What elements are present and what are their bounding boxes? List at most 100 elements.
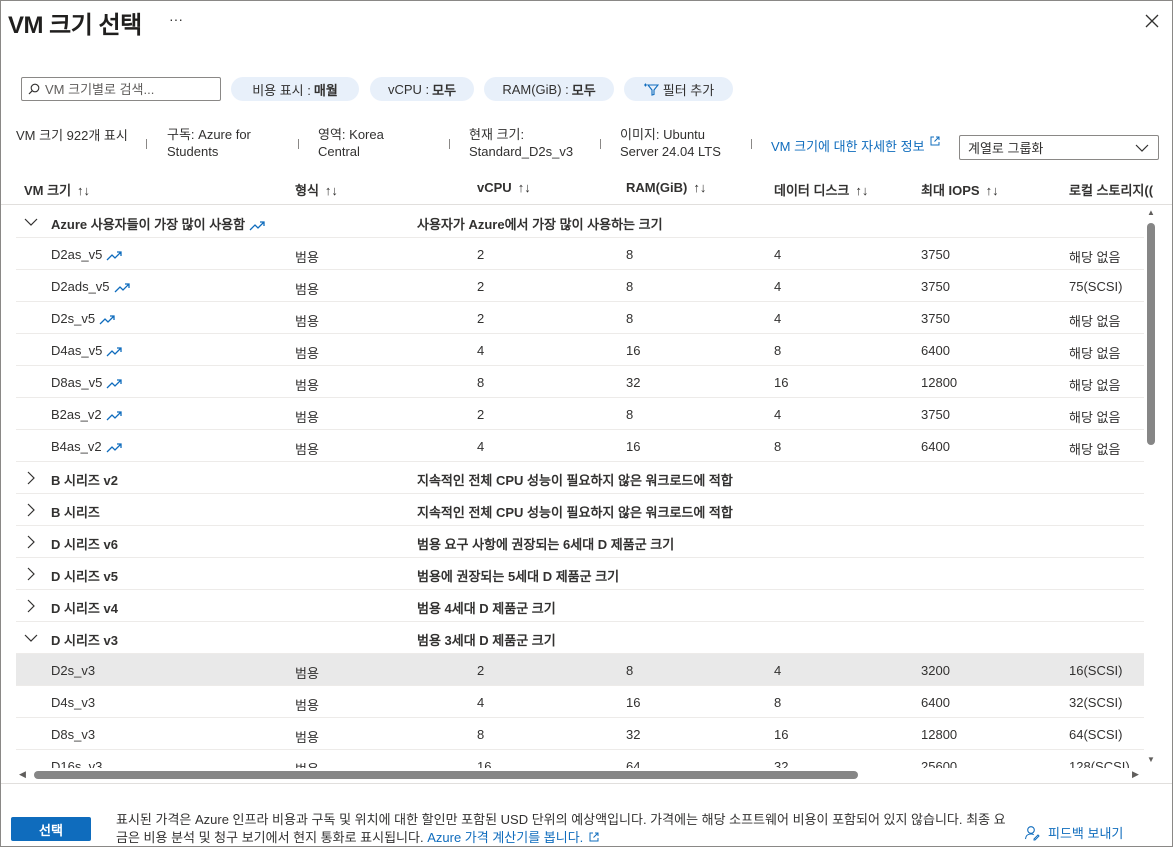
close-icon[interactable]: [1142, 11, 1162, 31]
search-icon: [28, 83, 40, 95]
size-name-cell: D8as_v5: [51, 375, 122, 390]
search-box[interactable]: [21, 77, 221, 101]
storage-cell: 해당 없음: [1069, 378, 1121, 393]
group-row[interactable]: B 시리즈 v2 지속적인 전체 CPU 성능이 필요하지 않은 워크로드에 적합: [16, 462, 1144, 494]
disks-cell: 4: [774, 311, 782, 326]
type-cell: 범용: [295, 410, 319, 425]
search-input[interactable]: [45, 81, 215, 97]
group-description: 지속적인 전체 CPU 성능이 필요하지 않은 워크로드에 적합: [417, 473, 733, 488]
current-size-text: 현재 크기: Standard_D2s_v3: [469, 127, 574, 159]
chevron-right-icon[interactable]: [24, 599, 38, 613]
ram-filter-pill[interactable]: RAM(GiB) : 모두: [484, 77, 614, 101]
storage-cell: 해당 없음: [1069, 442, 1121, 457]
ram-cell: 8: [626, 663, 634, 678]
vertical-scrollbar[interactable]: ▲ ▼: [1144, 206, 1158, 768]
iops-cell: 12800: [921, 375, 958, 390]
group-name: D 시리즈 v4: [51, 601, 118, 616]
chevron-right-icon[interactable]: [24, 535, 38, 549]
select-button[interactable]: 선택: [11, 817, 91, 841]
scroll-up-icon[interactable]: ▲: [1147, 208, 1155, 217]
table-row[interactable]: B4as_v2 범용 4 16 8 6400 해당 없음: [16, 430, 1144, 462]
group-row[interactable]: B 시리즈 지속적인 전체 CPU 성능이 필요하지 않은 워크로드에 적합: [16, 494, 1144, 526]
table-row[interactable]: D4s_v3 범용 4 16 8 6400 32(SCSI): [16, 686, 1144, 718]
column-header-label: RAM(GiB): [626, 180, 688, 195]
table-header: VM 크기 ↑↓ 형식 ↑↓ vCPU ↑↓ RAM(GiB) ↑↓ 데이터 디스크 ↑↓…: [1, 173, 1172, 205]
vcpu-cell: 2: [477, 311, 485, 326]
cost-filter-pill[interactable]: 비용 표시 : 매월: [231, 77, 359, 101]
group-row[interactable]: D 시리즈 v3 범용 3세대 D 제품군 크기: [16, 622, 1144, 654]
ram-filter-value: 모두: [571, 82, 596, 98]
table-row[interactable]: B2as_v2 범용 2 8 4 3750 해당 없음: [16, 398, 1144, 430]
feedback-button[interactable]: 피드백 보내기: [1024, 823, 1123, 842]
vcpu-cell: 4: [477, 695, 485, 710]
group-name: B 시리즈 v2: [51, 473, 118, 488]
trending-icon: [99, 314, 115, 325]
storage-cell: 16(SCSI): [1069, 663, 1123, 678]
size-name: D8s_v3: [51, 727, 96, 742]
group-description: 사용자가 Azure에서 가장 많이 사용하는 크기: [417, 217, 663, 232]
group-row[interactable]: Azure 사용자들이 가장 많이 사용함 사용자가 Azure에서 가장 많이 …: [16, 206, 1144, 238]
table-row[interactable]: D2s_v5 범용 2 8 4 3750 해당 없음: [16, 302, 1144, 334]
group-by-value: 계열로 그룹화: [968, 141, 1044, 156]
ram-cell: 64: [626, 759, 641, 768]
horizontal-scrollbar[interactable]: ◀ ▶: [16, 768, 1144, 782]
disks-cell: 32: [774, 759, 789, 768]
feedback-icon: [1024, 825, 1040, 840]
size-name: D8as_v5: [51, 375, 103, 390]
chevron-right-icon[interactable]: [24, 567, 38, 581]
vcpu-cell: 2: [477, 663, 485, 678]
table-row[interactable]: D16s_v3 범용 16 64 32 25600 128(SCSI): [16, 750, 1144, 768]
table-row[interactable]: D8as_v5 범용 8 32 16 12800 해당 없음: [16, 366, 1144, 398]
column-header-vcpu[interactable]: vCPU ↑↓: [477, 180, 531, 195]
more-info-link[interactable]: VM 크기에 대한 자세한 정보: [771, 136, 940, 155]
ram-cell: 32: [626, 375, 641, 390]
column-header-data-disks[interactable]: 데이터 디스크 ↑↓: [774, 180, 868, 199]
table-row[interactable]: D2s_v3 범용 2 8 4 3200 16(SCSI): [16, 654, 1144, 686]
group-row[interactable]: D 시리즈 v4 범용 4세대 D 제품군 크기: [16, 590, 1144, 622]
chevron-right-icon[interactable]: [24, 471, 38, 485]
column-header-max-iops[interactable]: 최대 IOPS ↑↓: [921, 180, 999, 199]
table-row[interactable]: D2ads_v5 범용 2 8 4 3750 75(SCSI): [16, 270, 1144, 302]
scroll-down-icon[interactable]: ▼: [1147, 755, 1155, 764]
horizontal-scroll-thumb[interactable]: [34, 771, 858, 779]
type-cell: 범용: [295, 314, 319, 329]
scroll-left-icon[interactable]: ◀: [19, 769, 26, 780]
chevron-down-icon[interactable]: [24, 631, 38, 645]
size-name: D4as_v5: [51, 343, 103, 358]
chevron-right-icon[interactable]: [24, 503, 38, 517]
group-name: D 시리즈 v3: [51, 633, 118, 648]
disks-cell: 8: [774, 695, 782, 710]
add-filter-button[interactable]: 필터 추가: [624, 77, 733, 101]
region-text: 영역: Korea Central: [318, 127, 384, 159]
column-header-type[interactable]: 형식 ↑↓: [295, 180, 338, 199]
column-header-label: 최대 IOPS: [921, 183, 980, 198]
size-name: D2as_v5: [51, 247, 103, 262]
more-menu-button[interactable]: ···: [169, 11, 183, 27]
type-cell: 범용: [295, 250, 319, 265]
column-header-ram[interactable]: RAM(GiB) ↑↓: [626, 180, 706, 195]
group-row[interactable]: D 시리즈 v6 범용 요구 사항에 권장되는 6세대 D 제품군 크기: [16, 526, 1144, 558]
vcpu-filter-pill[interactable]: vCPU : 모두: [370, 77, 474, 101]
type-cell: 범용: [295, 378, 319, 393]
storage-cell: 64(SCSI): [1069, 727, 1123, 742]
chevron-down-icon[interactable]: [24, 215, 38, 229]
table-row[interactable]: D2as_v5 범용 2 8 4 3750 해당 없음: [16, 238, 1144, 270]
table-row[interactable]: D8s_v3 범용 8 32 16 12800 64(SCSI): [16, 718, 1144, 750]
scroll-right-icon[interactable]: ▶: [1132, 769, 1139, 780]
price-calculator-link[interactable]: Azure 가격 계산기를 봅니다.: [427, 830, 599, 845]
group-by-dropdown[interactable]: 계열로 그룹화: [959, 135, 1159, 160]
vertical-scroll-thumb[interactable]: [1147, 223, 1155, 445]
vcpu-cell: 2: [477, 407, 485, 422]
size-name-cell: D2ads_v5: [51, 279, 130, 294]
group-row[interactable]: D 시리즈 v5 범용에 권장되는 5세대 D 제품군 크기: [16, 558, 1144, 590]
table-row[interactable]: D4as_v5 범용 4 16 8 6400 해당 없음: [16, 334, 1144, 366]
sort-icon: ↑↓: [324, 183, 338, 198]
storage-cell: 32(SCSI): [1069, 695, 1123, 710]
type-cell: 범용: [295, 730, 319, 745]
column-header-size[interactable]: VM 크기 ↑↓: [24, 180, 90, 199]
vcpu-filter-label: vCPU :: [387, 81, 430, 97]
column-header-local-storage[interactable]: 로컬 스토리지((: [1069, 180, 1153, 199]
sort-icon: ↑↓: [77, 183, 91, 198]
type-cell: 범용: [295, 282, 319, 297]
vcpu-cell: 2: [477, 247, 485, 262]
